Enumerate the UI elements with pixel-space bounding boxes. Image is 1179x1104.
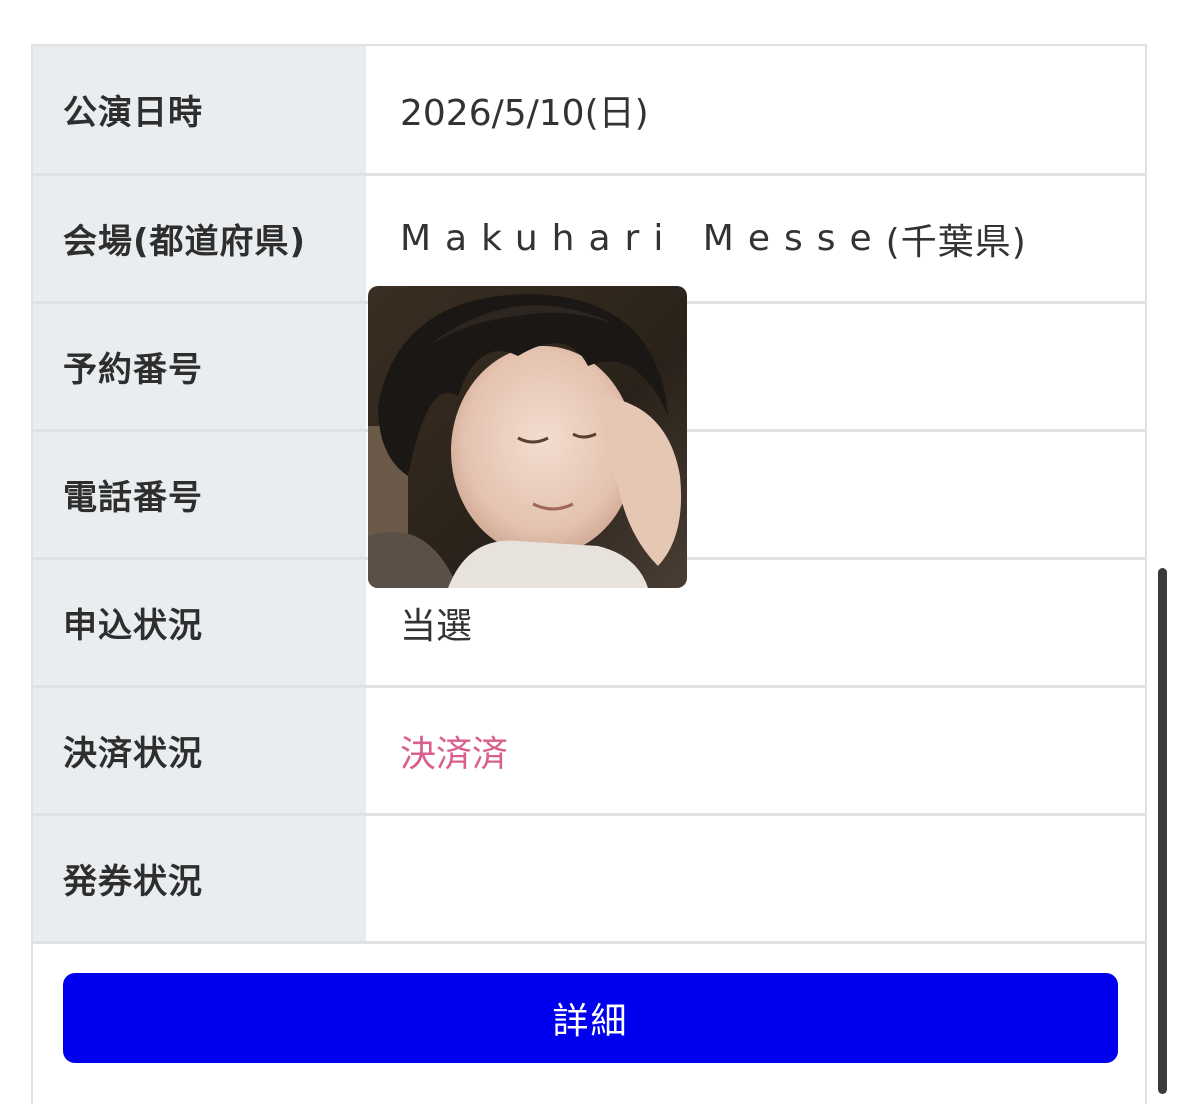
payment-status-value: 決済済 xyxy=(400,733,509,775)
row-payment-status: 決済状況 決済済 xyxy=(33,688,1145,816)
row-venue: 会場(都道府県) Makuhari Messe (千葉県) xyxy=(33,176,1145,304)
overlay-photo xyxy=(368,286,687,588)
venue-prefecture: (千葉県) xyxy=(885,221,1027,263)
venue-label: 会場(都道府県) xyxy=(33,176,366,301)
venue-name: Makuhari Messe xyxy=(400,218,886,259)
payment-status-label: 決済状況 xyxy=(33,688,366,813)
row-ticketing-status: 発券状況 xyxy=(33,816,1145,944)
ticketing-status-value xyxy=(366,816,1145,941)
portrait-photo-image xyxy=(368,286,687,588)
reservation-number-label: 予約番号 xyxy=(33,304,366,429)
application-status-label: 申込状況 xyxy=(33,560,366,685)
venue-value: Makuhari Messe (千葉県) xyxy=(366,176,1145,301)
ticketing-status-label: 発券状況 xyxy=(33,816,366,941)
performance-date-value: 2026/5/10(日) xyxy=(400,92,649,134)
phone-number-label: 電話番号 xyxy=(33,432,366,557)
performance-date-label: 公演日時 xyxy=(33,46,366,173)
detail-button[interactable]: 詳細 xyxy=(63,973,1118,1063)
row-performance-date: 公演日時 2026/5/10(日) xyxy=(33,46,1145,176)
scrollbar[interactable] xyxy=(1158,568,1167,1094)
